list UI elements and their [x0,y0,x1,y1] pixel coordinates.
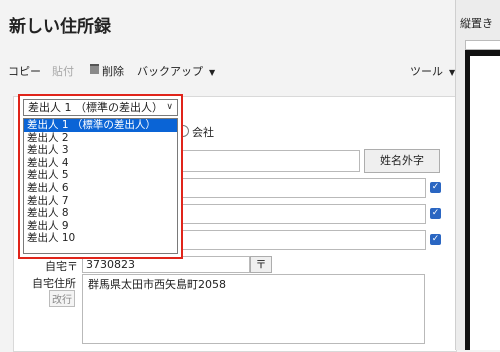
sender-option[interactable]: 差出人 4 [24,157,177,170]
copy-button[interactable]: コピー [8,63,41,79]
sender-option[interactable]: 差出人 10 [24,232,177,245]
preview-panel: 縦置き [455,0,500,350]
caret-down-icon: ▼ [209,68,216,77]
sender-option[interactable]: 差出人 9 [24,220,177,233]
address-label: 自宅住所 [32,277,76,290]
paste-button[interactable]: 貼付 [52,63,74,79]
delete-label: 削除 [102,65,124,78]
sender-option[interactable]: 差出人 8 [24,207,177,220]
sender-option[interactable]: 差出人 6 [24,182,177,195]
tools-menu[interactable]: ツール ▼ [410,63,455,79]
sender-option[interactable]: 差出人 2 [24,132,177,145]
sender-option[interactable]: 差出人 5 [24,169,177,182]
name-field[interactable] [182,150,360,172]
delete-button[interactable]: 削除 [90,63,124,79]
preview-toolbar-field[interactable] [465,40,500,50]
company-radio-label: 会社 [192,126,214,139]
sender-option[interactable]: 差出人 1 （標準の差出人） [24,119,177,132]
zip-lookup-button[interactable]: 〒 [250,256,272,273]
text-field-2[interactable] [182,204,426,224]
checkbox-3[interactable]: ✓ [430,234,441,245]
sender-option-list: 差出人 1 （標準の差出人） 差出人 2 差出人 3 差出人 4 差出人 5 差… [23,118,178,254]
sender-option[interactable]: 差出人 7 [24,195,177,208]
text-field-3[interactable] [182,230,426,250]
checkbox-1[interactable]: ✓ [430,182,441,193]
orientation-label: 縦置き [460,17,493,30]
text-field-1[interactable] [182,178,426,198]
address-field[interactable]: 群馬県太田市西矢島町2058 [82,274,425,344]
sender-option[interactable]: 差出人 3 [24,144,177,157]
sender-select-value: 差出人 1 （標準の差出人） [28,101,163,114]
name-gaiji-button[interactable]: 姓名外字 [364,149,440,173]
newline-button[interactable]: 改行 [49,290,75,307]
chevron-down-icon: ∨ [166,102,173,112]
zip-label: 自宅〒 [45,260,78,273]
backup-label: バックアップ [137,65,203,78]
toolbar: コピー 貼付 削除 バックアップ ▼ ツール ▼ [0,55,455,85]
backup-menu[interactable]: バックアップ ▼ [137,63,215,79]
sender-dropdown-highlight: 差出人 1 （標準の差出人） ∨ 差出人 1 （標準の差出人） 差出人 2 差出… [18,94,183,259]
tools-label: ツール [410,65,443,78]
sender-select[interactable]: 差出人 1 （標準の差出人） ∨ [23,99,178,116]
page-title: 新しい住所録 [9,17,111,37]
checkbox-2[interactable]: ✓ [430,208,441,219]
postcard-preview [470,56,500,350]
trash-icon [90,64,99,74]
